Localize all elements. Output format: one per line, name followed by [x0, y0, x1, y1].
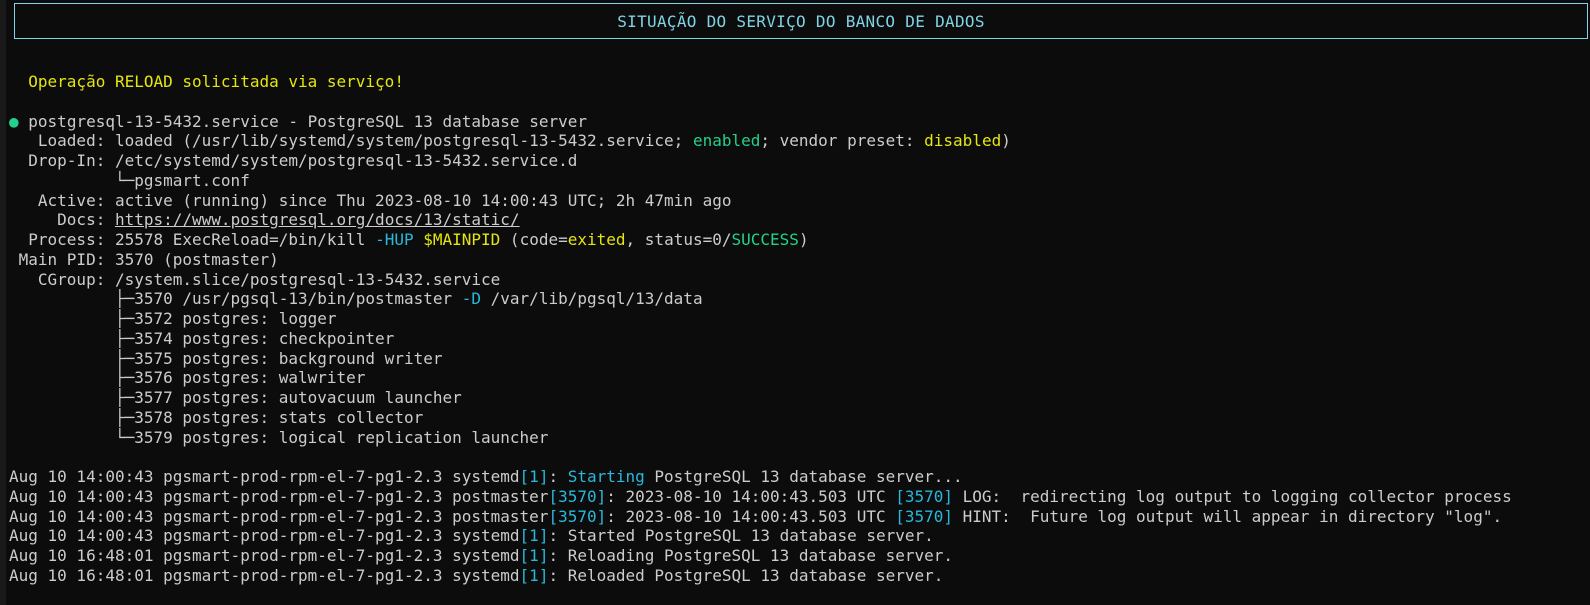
main-pid-value: 3570 (postmaster): [114, 249, 279, 269]
cgroup-tree-item: ├─3572 postgres: logger: [9, 309, 337, 328]
log-source: Aug 10 14:00:43 pgsmart-prod-rpm-el-7-pg…: [9, 526, 520, 546]
log-separator: :: [548, 467, 568, 486]
log-pid: [1]: [519, 526, 549, 546]
cgroup-tree-item: └─3579 postgres: logical replication lau…: [9, 427, 549, 447]
cgroup-tree-item: ├─3577 postgres: autovacuum launcher: [9, 388, 462, 407]
process-space: [414, 230, 424, 249]
log-line: Aug 10 16:48:01 pgsmart-prod-rpm-el-7-pg…: [9, 546, 1590, 566]
dropin-line: Drop-In: /etc/systemd/system/postgresql-…: [9, 151, 1590, 171]
active-value: active (running) since Thu 2023-08-10 14…: [114, 190, 732, 210]
cgroup-path: /system.slice/postgresql-13-5432.service: [114, 269, 501, 289]
service-name: postgresql-13-5432.service - PostgreSQL …: [28, 111, 587, 131]
cgroup-tree-item: ├─3574 postgres: checkpointer: [9, 328, 395, 348]
log-timestamp: : 2023-08-10 14:00:43.503 UTC: [606, 506, 896, 526]
log-line: Aug 10 16:48:01 pgsmart-prod-rpm-el-7-pg…: [9, 566, 1590, 586]
dropin-label: Drop-In:: [9, 151, 115, 170]
process-status-label: , status=0/: [625, 230, 732, 249]
window-left-edge: [0, 0, 6, 605]
page-title: SITUAÇÃO DO SERVIÇO DO BANCO DE DADOS: [617, 11, 985, 31]
process-code: exited: [567, 230, 626, 249]
docs-line: Docs: https://www.postgresql.org/docs/13…: [9, 210, 1590, 230]
cgroup-tree-item: ├─3575 postgres: background writer: [9, 348, 443, 368]
active-label: Active:: [9, 190, 115, 210]
cgroup-tree-item: ├─3576 postgres: walwriter: [9, 368, 366, 388]
log-pid: [1]: [519, 467, 549, 486]
enabled-badge: enabled: [692, 131, 761, 151]
preset-badge: disabled: [924, 131, 1002, 151]
log-pid: [3570]: [895, 506, 954, 526]
tree-process: ├─3570 /usr/pgsql-13/bin/postmaster: [9, 289, 462, 309]
terminal-output: Operação RELOAD solicitada via serviço! …: [9, 72, 1590, 586]
docs-link[interactable]: https://www.postgresql.org/docs/13/stati…: [115, 210, 520, 229]
log-line: Aug 10 14:00:43 pgsmart-prod-rpm-el-7-pg…: [9, 467, 1590, 487]
dropin-path: /etc/systemd/system/postgresql-13-5432.s…: [114, 151, 578, 170]
log-message: LOG: redirecting log output to logging c…: [953, 486, 1512, 506]
process-line: Process: 25578 ExecReload=/bin/kill -HUP…: [9, 230, 1590, 250]
log-pid: [1]: [519, 546, 549, 565]
reload-message: Operação RELOAD solicitada via serviço!: [9, 72, 404, 91]
log-line: Aug 10 14:00:43 pgsmart-prod-rpm-el-7-pg…: [9, 526, 1590, 546]
log-pid: [3570]: [548, 486, 607, 506]
log-source: Aug 10 14:00:43 pgsmart-prod-rpm-el-7-pg…: [9, 486, 549, 506]
process-label: Process:: [9, 230, 115, 249]
tree-arg: /var/lib/pgsql/13/data: [481, 289, 703, 309]
log-source: Aug 10 16:48:01 pgsmart-prod-rpm-el-7-pg…: [9, 546, 520, 565]
log-source: Aug 10 16:48:01 pgsmart-prod-rpm-el-7-pg…: [9, 565, 520, 585]
log-line: Aug 10 14:00:43 pgsmart-prod-rpm-el-7-pg…: [9, 507, 1590, 527]
process-flag: -HUP: [375, 230, 414, 249]
log-line: Aug 10 14:00:43 pgsmart-prod-rpm-el-7-pg…: [9, 487, 1590, 507]
log-message: : Started PostgreSQL 13 database server.: [548, 526, 934, 546]
process-command: 25578 ExecReload=/bin/kill: [114, 230, 376, 249]
log-timestamp: : 2023-08-10 14:00:43.503 UTC: [606, 486, 896, 506]
loaded-value: loaded (/usr/lib/systemd/system/postgres…: [114, 131, 693, 151]
log-pid: [3570]: [548, 506, 607, 526]
main-pid-label: Main PID:: [9, 249, 115, 269]
status-dot-icon: ●: [9, 111, 19, 131]
active-line: Active: active (running) since Thu 2023-…: [9, 191, 1590, 211]
main-pid-line: Main PID: 3570 (postmaster): [9, 250, 1590, 270]
process-suffix: ): [798, 230, 809, 249]
log-message: : Reloaded PostgreSQL 13 database server…: [548, 565, 944, 585]
dropin-file-line: └─pgsmart.conf: [9, 170, 250, 190]
cgroup-line: CGroup: /system.slice/postgresql-13-5432…: [9, 270, 1590, 290]
log-pid: [3570]: [895, 486, 954, 506]
cgroup-label: CGroup:: [9, 269, 115, 289]
log-message: : Reloading PostgreSQL 13 database serve…: [548, 546, 954, 565]
cgroup-tree-item: ├─3570 /usr/pgsql-13/bin/postmaster -D /…: [9, 289, 1590, 309]
cgroup-tree-item: ├─3578 postgres: stats collector: [9, 407, 424, 427]
loaded-line: Loaded: loaded (/usr/lib/systemd/system/…: [9, 131, 1590, 151]
service-line: ● postgresql-13-5432.service - PostgreSQ…: [9, 112, 1590, 132]
log-source: Aug 10 14:00:43 pgsmart-prod-rpm-el-7-pg…: [9, 467, 520, 486]
process-status: SUCCESS: [731, 230, 799, 249]
docs-label: Docs:: [9, 210, 115, 230]
vendor-preset-label: ; vendor preset:: [760, 131, 925, 151]
log-message: PostgreSQL 13 database server...: [644, 467, 963, 486]
process-variable: $MAINPID: [423, 230, 501, 249]
page-title-banner: SITUAÇÃO DO SERVIÇO DO BANCO DE DADOS: [14, 3, 1588, 39]
log-action: Starting: [567, 467, 645, 486]
loaded-label: Loaded:: [9, 131, 115, 151]
loaded-suffix: ): [1001, 131, 1011, 151]
process-code-label: (code=: [500, 230, 568, 249]
log-source: Aug 10 14:00:43 pgsmart-prod-rpm-el-7-pg…: [9, 506, 549, 526]
tree-flag: -D: [461, 289, 482, 309]
log-pid: [1]: [519, 565, 549, 585]
log-message: HINT: Future log output will appear in d…: [953, 506, 1503, 526]
